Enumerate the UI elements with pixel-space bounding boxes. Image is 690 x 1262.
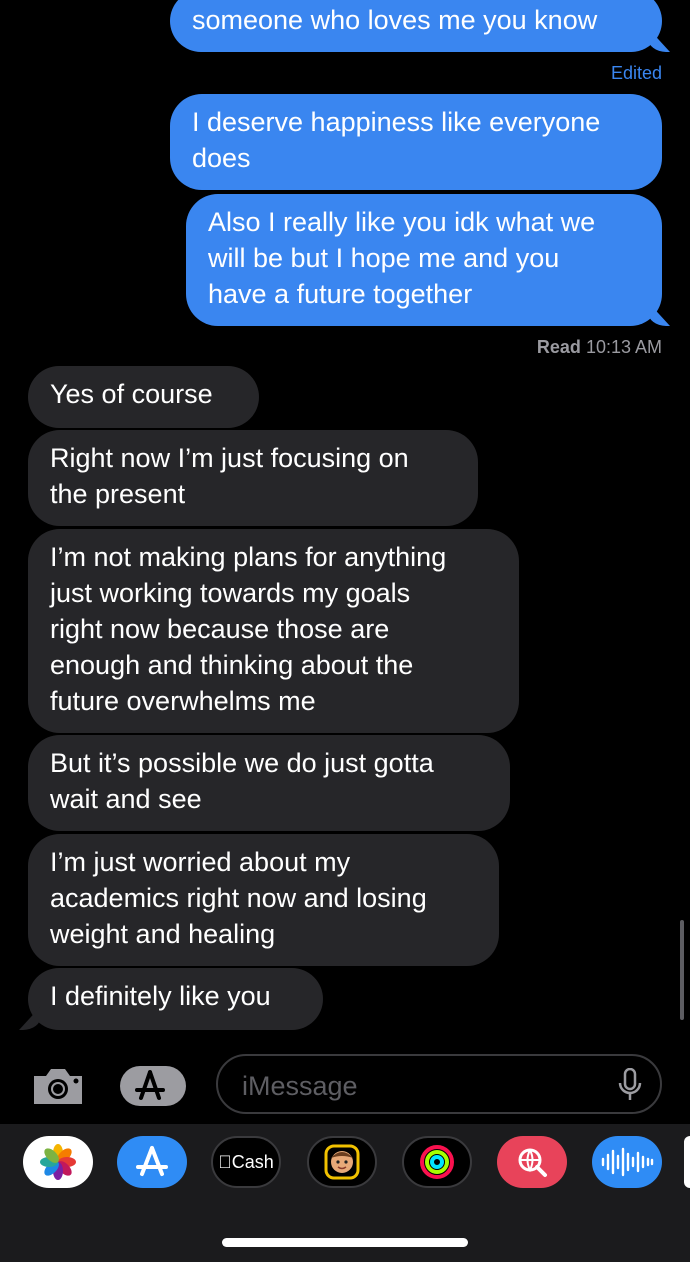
photos-icon[interactable]: [23, 1136, 93, 1188]
received-message-bubble[interactable]: I definitely like you: [28, 968, 323, 1030]
received-message-bubble[interactable]: I’m just worried about my academics righ…: [28, 834, 499, 966]
more-apps-edge[interactable]: [684, 1136, 690, 1188]
memoji-icon[interactable]: [307, 1136, 377, 1188]
app-store-icon[interactable]: [120, 1066, 188, 1106]
globe-search-icon[interactable]: [497, 1136, 567, 1188]
received-message-bubble[interactable]: But it’s possible we do just gotta wait …: [28, 735, 510, 831]
received-message-bubble[interactable]: Right now I’m just focusing on the prese…: [28, 430, 478, 526]
received-message-bubble[interactable]: Yes of course: [28, 366, 259, 428]
message-input-field[interactable]: [216, 1054, 662, 1114]
sent-message-bubble[interactable]: I deserve happiness like everyone does: [170, 94, 662, 190]
compose-bar: [0, 1050, 690, 1122]
activity-rings-icon[interactable]: [402, 1136, 472, 1188]
scrollbar[interactable]: [680, 920, 684, 1020]
read-receipt: Read 10:13 AM: [537, 336, 662, 358]
apple-cash-label: Cash: [218, 1151, 274, 1172]
read-label: Read: [536, 337, 581, 357]
apple-cash-icon[interactable]: Cash: [211, 1136, 281, 1188]
sent-message-bubble[interactable]: Also I really like you idk what we will …: [186, 194, 662, 326]
message-thread[interactable]: someone who loves me you know Edited I d…: [0, 0, 690, 1040]
received-message-bubble[interactable]: I’m not making plans for anything just w…: [28, 529, 519, 733]
message-input[interactable]: [240, 1066, 604, 1106]
app-store-icon[interactable]: [117, 1136, 187, 1188]
home-indicator[interactable]: [222, 1238, 468, 1247]
read-time: 10:13 AM: [585, 337, 662, 357]
camera-icon[interactable]: [30, 1064, 86, 1108]
edited-label[interactable]: Edited: [611, 62, 662, 84]
audio-waveform-icon[interactable]: [592, 1136, 662, 1188]
microphone-icon[interactable]: [618, 1067, 642, 1102]
sent-message-bubble[interactable]: someone who loves me you know: [170, 0, 662, 52]
